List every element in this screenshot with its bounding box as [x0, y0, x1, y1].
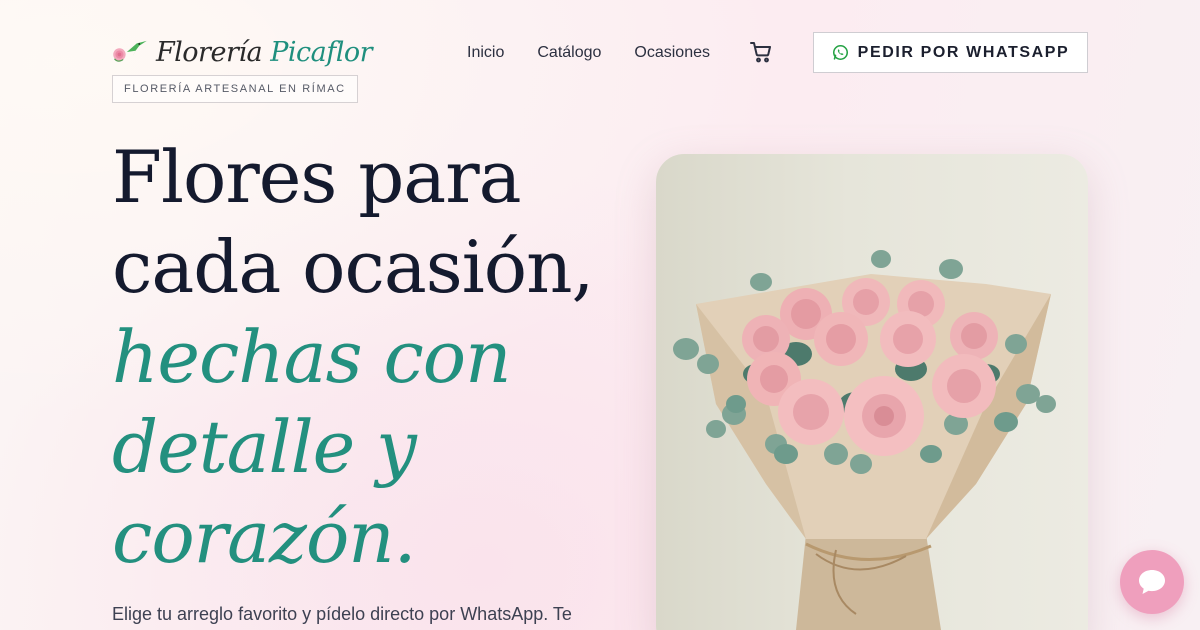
hero-line-1: Flores para — [112, 135, 522, 219]
hero-accent-line-3: corazón. — [112, 495, 417, 579]
nav-link-ocasiones[interactable]: Ocasiones — [634, 42, 710, 64]
brand-tagline: FLORERÍA ARTESANAL EN RÍMAC — [112, 75, 358, 103]
pink-rose-bouquet-photo — [656, 154, 1088, 630]
chat-button[interactable] — [1120, 550, 1184, 614]
whatsapp-icon — [832, 44, 848, 61]
cart-icon[interactable] — [749, 40, 773, 64]
brand-name: Florería Picaflor — [155, 36, 373, 68]
brand-name-part1: Florería — [155, 36, 263, 68]
hero-subtext: Elige tu arreglo favorito y pídelo direc… — [112, 604, 572, 624]
hero-line-2: cada ocasión, — [112, 225, 594, 309]
hummingbird-rose-icon — [113, 40, 147, 62]
nav-link-inicio[interactable]: Inicio — [467, 42, 504, 64]
chat-bubble-icon — [1139, 570, 1165, 594]
brand-name-part2: Picaflor — [270, 36, 372, 68]
hero-headline: Flores para cada ocasión, hechas con det… — [112, 132, 632, 582]
whatsapp-order-label: PEDIR POR WHATSAPP — [857, 43, 1070, 61]
main-nav: Inicio Catálogo Ocasiones — [467, 42, 743, 64]
whatsapp-order-button[interactable]: PEDIR POR WHATSAPP — [813, 32, 1088, 73]
nav-link-catalogo[interactable]: Catálogo — [537, 42, 601, 64]
hero-accent-line-2: detalle y — [112, 405, 417, 489]
brand-logo[interactable]: Florería Picaflor — [112, 30, 372, 74]
hero-accent-line-1: hechas con — [112, 315, 511, 399]
